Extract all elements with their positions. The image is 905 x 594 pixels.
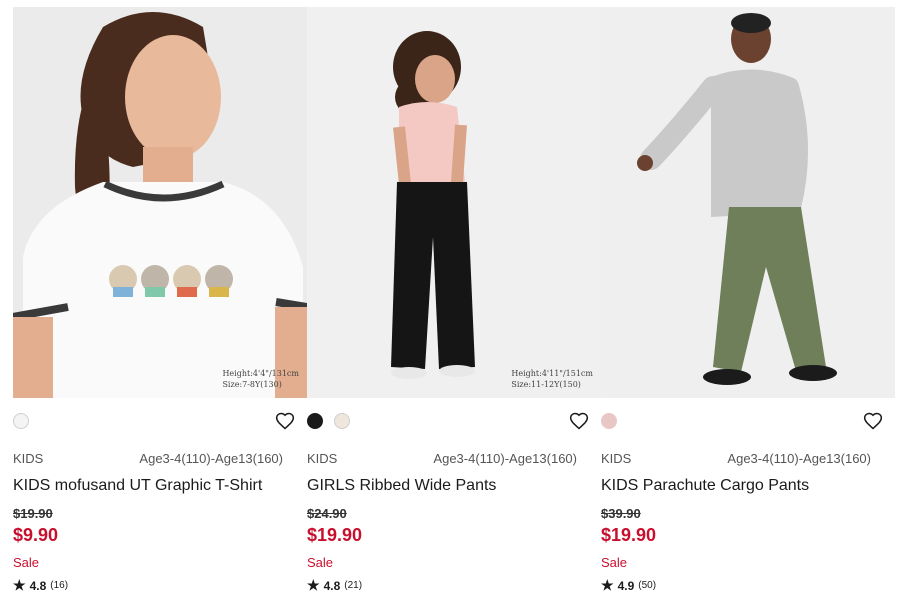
- model-size-note: Height:4'4"/131cm Size:7-8Y(130): [222, 369, 299, 389]
- product-image[interactable]: Height:4'11"/151cm Size:11-12Y(150): [307, 7, 601, 398]
- product-image[interactable]: Height:4'4"/131cm Size:7-8Y(130): [13, 7, 307, 398]
- color-swatches: [13, 411, 307, 433]
- sale-price: $9.90: [13, 525, 59, 545]
- product-name[interactable]: KIDS Parachute Cargo Pants: [601, 477, 809, 495]
- star-icon: ★: [13, 577, 26, 593]
- rating-value: 4.8: [29, 578, 47, 593]
- original-price: $24.90: [307, 506, 347, 521]
- model-size-note: Height:4'11"/151cm Size:11-12Y(150): [511, 369, 593, 389]
- sale-badge: Sale: [307, 555, 334, 570]
- product-card[interactable]: Height:4'11"/151cm Size:11-12Y(150) KIDS…: [307, 7, 601, 593]
- gender-label: KIDS: [601, 451, 632, 466]
- heart-icon[interactable]: [569, 411, 589, 431]
- sale-price: $19.90: [601, 525, 657, 545]
- sale-badge: Sale: [13, 555, 40, 570]
- color-swatch[interactable]: [13, 413, 29, 429]
- color-swatch[interactable]: [334, 413, 350, 429]
- gender-label: KIDS: [307, 451, 338, 466]
- color-swatches: [601, 411, 895, 433]
- rating-value: 4.8: [323, 578, 341, 593]
- original-price: $19.90: [13, 506, 53, 521]
- sale-badge: Sale: [601, 555, 628, 570]
- rating-value: 4.9: [617, 578, 635, 593]
- size-range: Age3-4(110)-Age13(160): [139, 451, 283, 466]
- sale-price: $19.90: [307, 525, 363, 545]
- product-image[interactable]: [601, 7, 895, 398]
- review-count: (50): [638, 580, 657, 591]
- product-name[interactable]: KIDS mofusand UT Graphic T-Shirt: [13, 477, 262, 495]
- color-swatches: [307, 411, 601, 433]
- size-range: Age3-4(110)-Age13(160): [727, 451, 871, 466]
- gender-label: KIDS: [13, 451, 44, 466]
- star-icon: ★: [307, 577, 320, 593]
- product-name[interactable]: GIRLS Ribbed Wide Pants: [307, 477, 496, 495]
- heart-icon[interactable]: [863, 411, 883, 431]
- size-range: Age3-4(110)-Age13(160): [433, 451, 577, 466]
- rating: ★ 4.8 (16): [13, 577, 68, 594]
- color-swatch[interactable]: [601, 413, 617, 429]
- product-card[interactable]: Height:4'4"/131cm Size:7-8Y(130) KIDS Ag…: [13, 7, 307, 593]
- rating: ★ 4.9 (50): [601, 577, 656, 594]
- product-card[interactable]: KIDS Age3-4(110)-Age13(160) KIDS Parachu…: [601, 7, 895, 593]
- color-swatch[interactable]: [307, 413, 323, 429]
- review-count: (21): [344, 580, 363, 591]
- rating: ★ 4.8 (21): [307, 577, 362, 594]
- review-count: (16): [50, 580, 69, 591]
- heart-icon[interactable]: [275, 411, 295, 431]
- star-icon: ★: [601, 577, 614, 593]
- product-grid: Height:4'4"/131cm Size:7-8Y(130) KIDS Ag…: [13, 7, 895, 593]
- original-price: $39.90: [601, 506, 641, 521]
